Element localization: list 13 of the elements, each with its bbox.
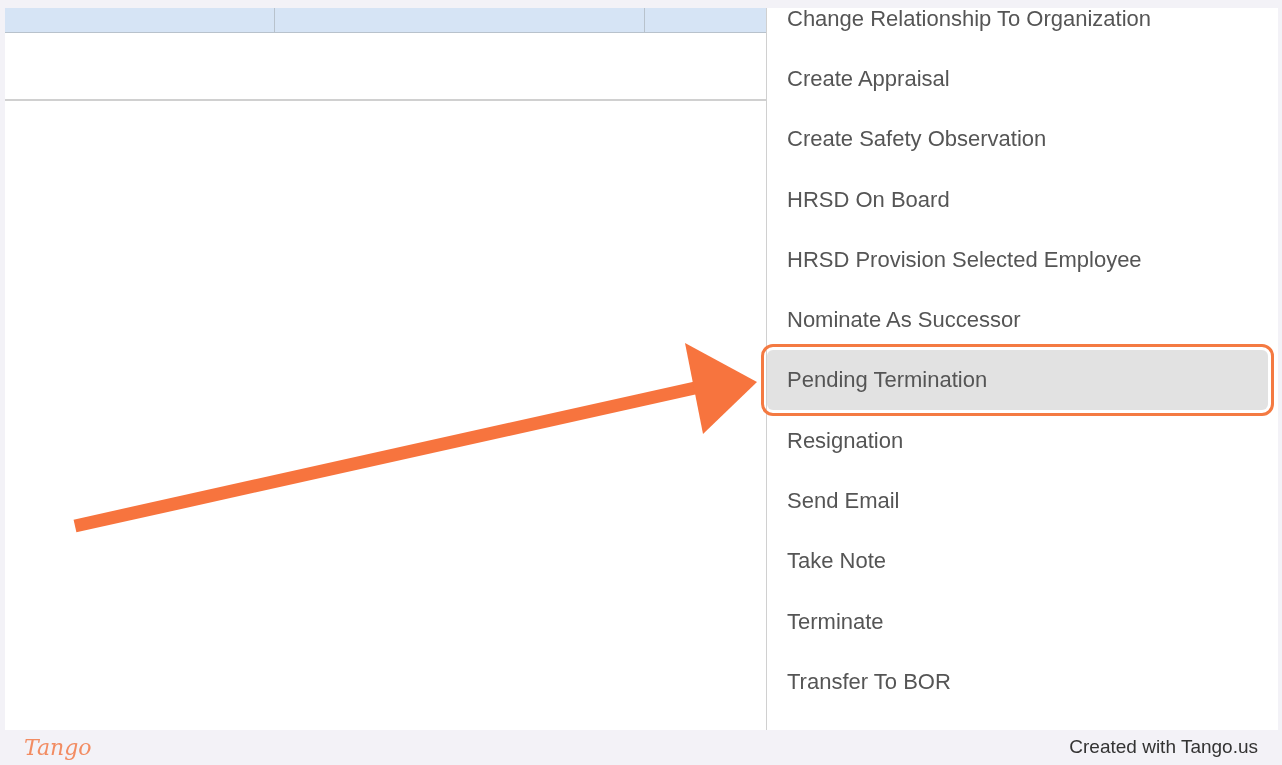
logo: Tango: [24, 734, 92, 762]
menu-item[interactable]: HRSD On Board: [767, 168, 1268, 230]
menu-item[interactable]: Transfer To BOR: [767, 651, 1268, 712]
menu-item[interactable]: Create Appraisal: [767, 48, 1268, 109]
menu-item[interactable]: Nominate As Successor: [767, 289, 1268, 350]
menu-item[interactable]: Change Relationship To Organization: [767, 8, 1268, 49]
menu-item[interactable]: HRSD Provision Selected Employee: [767, 229, 1268, 290]
menu-item[interactable]: Take Note: [767, 530, 1268, 591]
menu-item[interactable]: Send Email: [767, 470, 1268, 531]
menu-item[interactable]: Terminate: [767, 590, 1268, 652]
menu-item[interactable]: Resignation: [767, 410, 1268, 471]
menu-item[interactable]: Create Safety Observation: [767, 108, 1268, 169]
credit-text: Created with Tango.us: [1069, 735, 1258, 760]
